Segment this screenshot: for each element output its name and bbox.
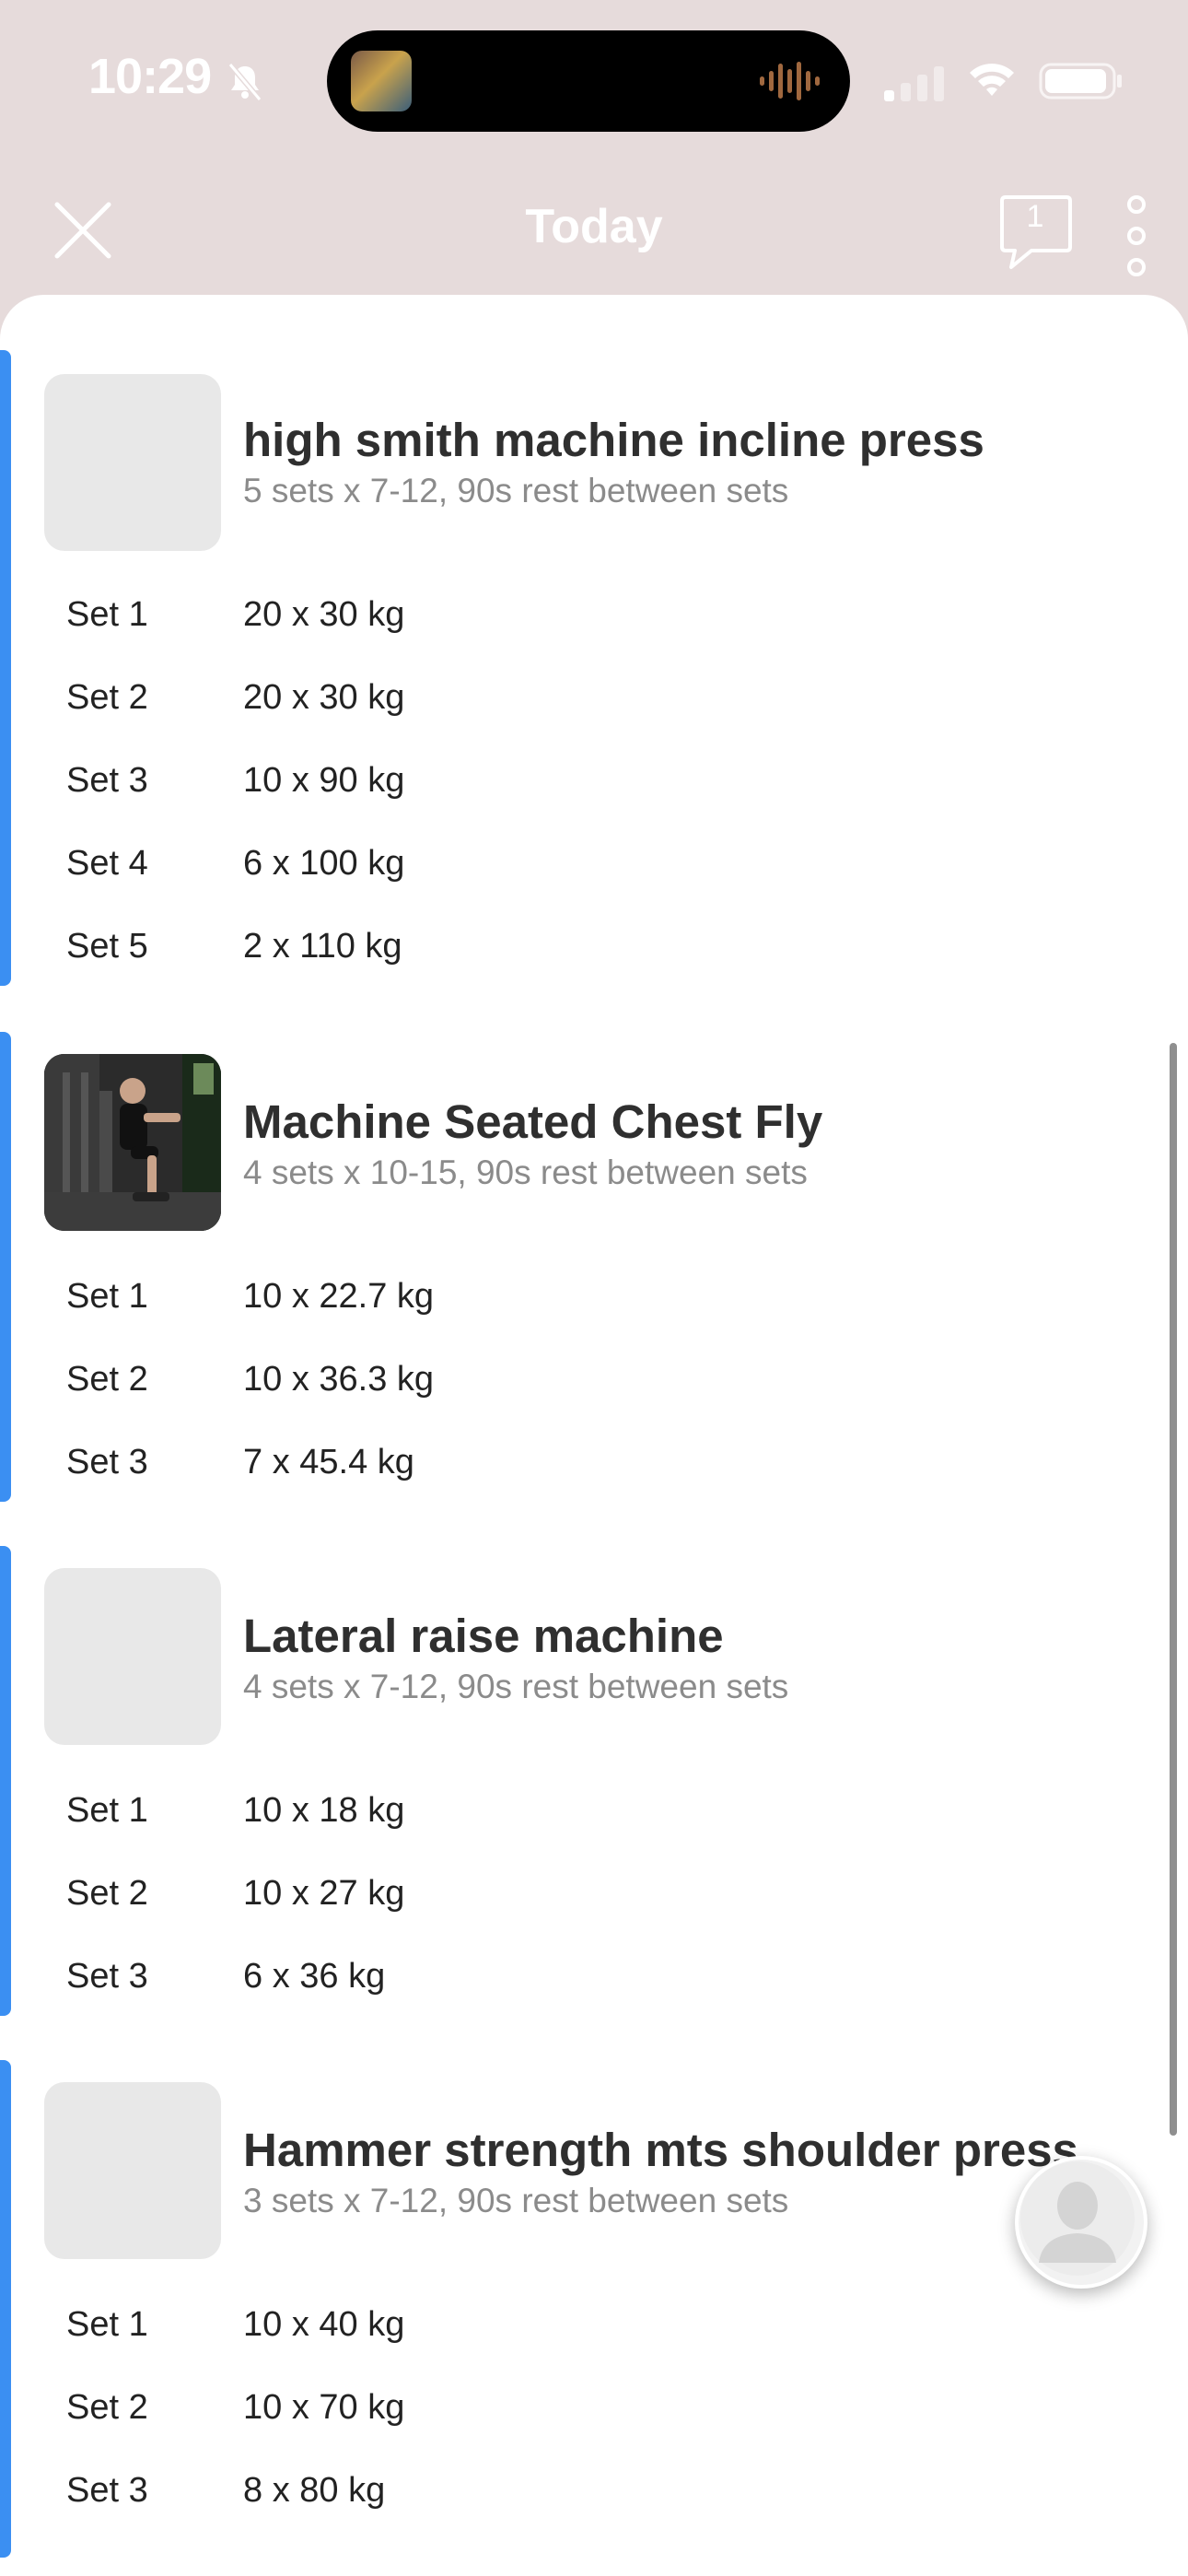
exercise-accent-bar xyxy=(0,1032,11,1502)
status-time: 10:29 xyxy=(88,49,212,104)
exercise-thumbnail-image[interactable] xyxy=(44,1054,221,1231)
set-label: Set 3 xyxy=(66,1443,148,1481)
exercise-title[interactable]: high smith machine incline press xyxy=(243,413,984,467)
person-silhouette-icon xyxy=(1020,2161,1135,2276)
exercise-accent-bar xyxy=(0,1546,11,2016)
set-label: Set 3 xyxy=(66,1957,148,1996)
set-label: Set 2 xyxy=(66,2388,148,2427)
exercise-title[interactable]: Machine Seated Chest Fly xyxy=(243,1095,822,1149)
set-label: Set 2 xyxy=(66,678,148,717)
wifi-icon xyxy=(970,64,1014,96)
exercise-prescription: 3 sets x 7-12, 90s rest between sets xyxy=(243,2182,789,2219)
set-value: 10 x 90 kg xyxy=(243,761,405,800)
set-value: 20 x 30 kg xyxy=(243,595,405,634)
dynamic-island[interactable] xyxy=(327,30,850,132)
set-value: 6 x 36 kg xyxy=(243,1957,386,1996)
set-label: Set 1 xyxy=(66,1277,148,1316)
battery-icon xyxy=(1039,63,1122,100)
set-label: Set 2 xyxy=(66,1874,148,1913)
chest-fly-photo xyxy=(44,1054,221,1231)
exercise-title[interactable]: Lateral raise machine xyxy=(243,1609,724,1663)
bell-muted-icon xyxy=(227,63,262,101)
set-label: Set 3 xyxy=(66,2471,148,2510)
scrollbar[interactable] xyxy=(1170,1043,1177,2136)
exercise-accent-bar xyxy=(0,2060,11,2558)
cellular-signal-icon xyxy=(884,66,944,101)
set-label: Set 4 xyxy=(66,844,148,883)
set-label: Set 1 xyxy=(66,1791,148,1830)
set-value: 8 x 80 kg xyxy=(243,2471,386,2510)
exercise-prescription: 5 sets x 7-12, 90s rest between sets xyxy=(243,472,789,509)
set-label: Set 1 xyxy=(66,2305,148,2344)
set-label: Set 3 xyxy=(66,761,148,800)
exercise-thumbnail-placeholder[interactable] xyxy=(44,2082,221,2259)
set-value: 10 x 40 kg xyxy=(243,2305,405,2344)
set-value: 10 x 70 kg xyxy=(243,2388,405,2427)
exercise-thumbnail-placeholder[interactable] xyxy=(44,1568,221,1745)
status-bar: 10:29 xyxy=(0,0,1188,157)
set-value: 10 x 22.7 kg xyxy=(243,1277,435,1316)
nav-bar: Today 1 xyxy=(0,166,1188,286)
exercise-prescription: 4 sets x 7-12, 90s rest between sets xyxy=(243,1668,789,1705)
exercise-thumbnail-placeholder[interactable] xyxy=(44,374,221,551)
set-value: 2 x 110 kg xyxy=(243,927,402,966)
set-label: Set 2 xyxy=(66,1360,148,1399)
exercise-prescription: 4 sets x 10-15, 90s rest between sets xyxy=(243,1153,808,1191)
set-value: 6 x 100 kg xyxy=(243,844,405,883)
comments-button[interactable]: 1 xyxy=(1000,193,1074,271)
set-value: 10 x 18 kg xyxy=(243,1791,405,1830)
comment-count: 1 xyxy=(1026,199,1044,234)
set-label: Set 5 xyxy=(66,927,148,966)
now-playing-artwork xyxy=(351,51,412,111)
workout-sheet[interactable]: high smith machine incline press 5 sets … xyxy=(0,295,1188,2576)
coach-avatar-button[interactable] xyxy=(1015,2156,1147,2289)
set-value: 10 x 36.3 kg xyxy=(243,1360,435,1399)
set-value: 7 x 45.4 kg xyxy=(243,1443,414,1481)
set-value: 20 x 30 kg xyxy=(243,678,405,717)
more-options-icon[interactable] xyxy=(1118,190,1155,282)
audio-waveform-icon xyxy=(760,62,820,100)
set-label: Set 1 xyxy=(66,595,148,634)
exercise-accent-bar xyxy=(0,350,11,986)
exercise-title[interactable]: Hammer strength mts shoulder press xyxy=(243,2123,1078,2177)
set-value: 10 x 27 kg xyxy=(243,1874,405,1913)
